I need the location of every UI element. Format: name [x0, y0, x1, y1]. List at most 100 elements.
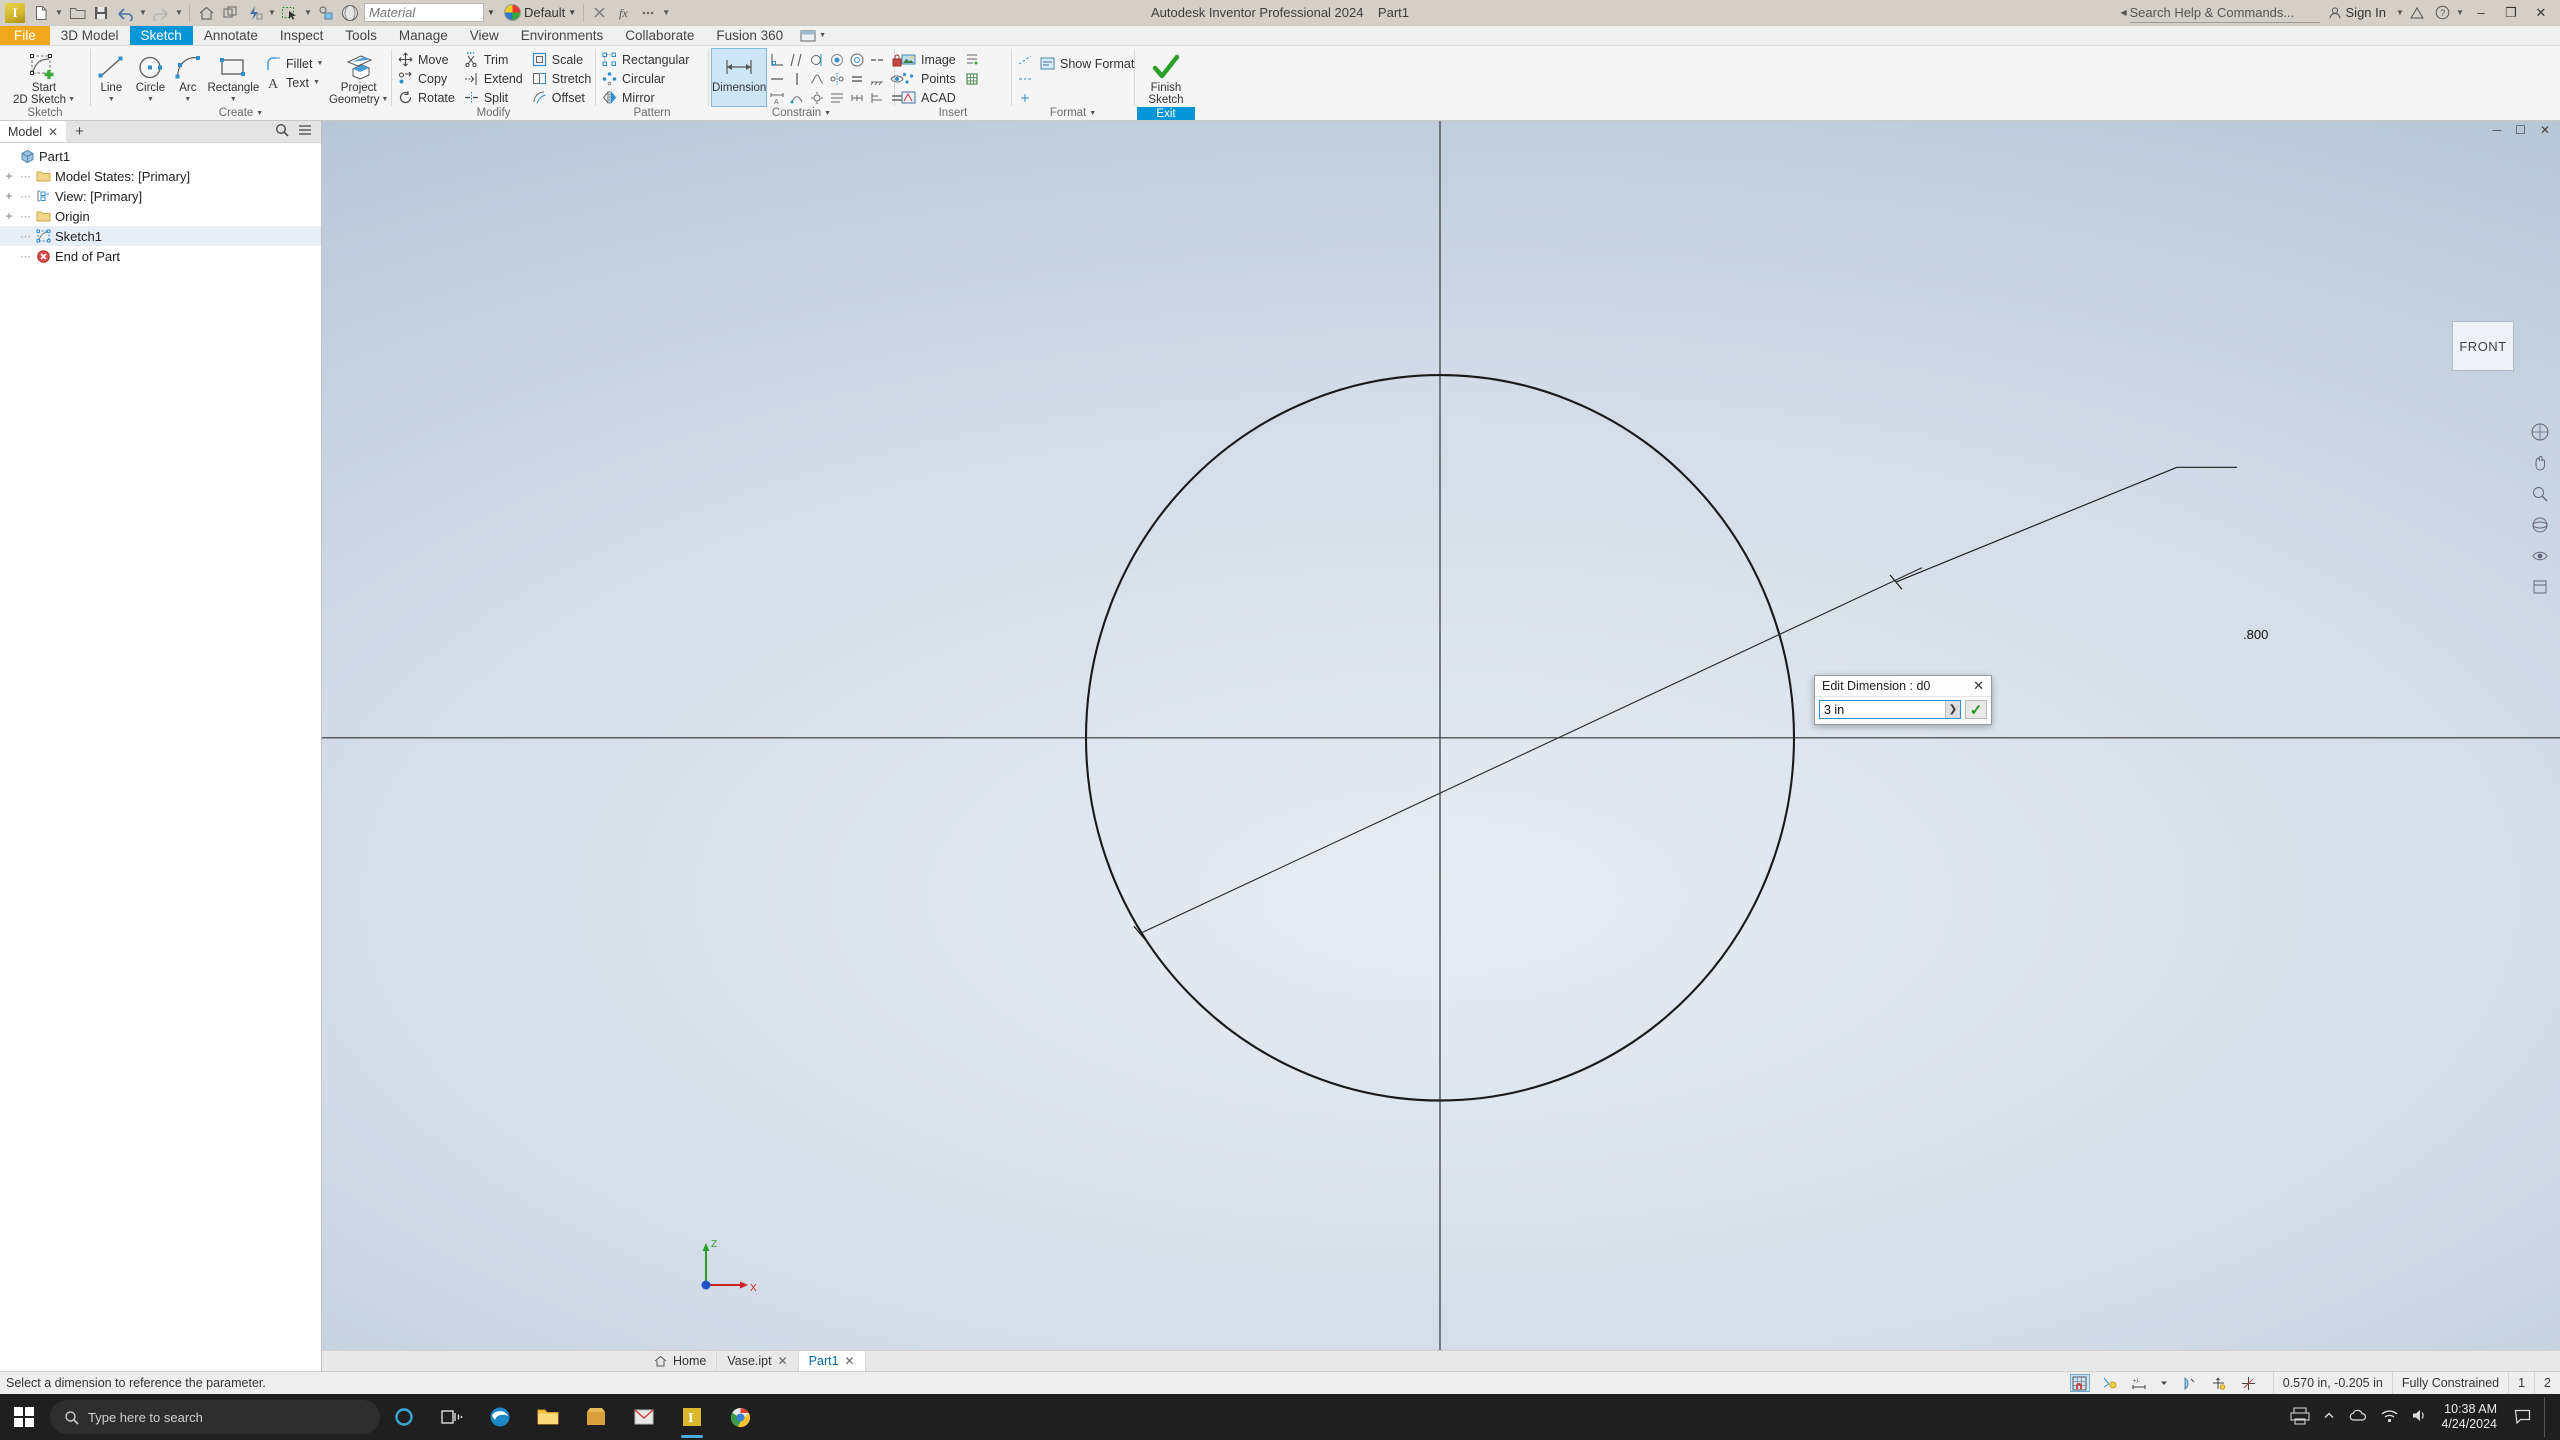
constrain-panel-caret-icon[interactable]: ▼ — [824, 107, 831, 120]
graphics-window[interactable]: ─ ☐ ✕ .800 FRONT Z X Edit Dimension: d0… — [322, 121, 2560, 1371]
browser-add-tab-button[interactable]: + — [66, 121, 93, 142]
notification-center-icon[interactable] — [2514, 1408, 2531, 1427]
tab-manage[interactable]: Manage — [388, 26, 459, 45]
project-geometry-button[interactable]: Project Geometry ▼ — [328, 48, 389, 107]
split-button[interactable]: Split — [460, 88, 528, 107]
tab-fusion-360[interactable]: Fusion 360 — [705, 26, 794, 45]
close-button[interactable]: ✕ — [2526, 1, 2556, 25]
canvas-restore-icon[interactable]: ☐ — [2515, 123, 2526, 137]
analyze-icon[interactable] — [2239, 1374, 2259, 1392]
taskbar-cortana-icon[interactable] — [380, 1394, 428, 1440]
copy-button[interactable]: Copy — [394, 69, 460, 88]
canvas-minimize-icon[interactable]: ─ — [2493, 123, 2502, 137]
baseline-dim-icon[interactable] — [867, 88, 887, 107]
canvas-close-icon[interactable]: ✕ — [2540, 123, 2550, 137]
document-tab-part1-close-icon[interactable]: ✕ — [845, 1354, 855, 1368]
constraint-visibility-icon[interactable] — [2100, 1374, 2120, 1392]
document-tab-part1[interactable]: Part1 ✕ — [798, 1351, 866, 1371]
search-icon[interactable] — [275, 123, 289, 140]
orbit-icon[interactable] — [2529, 514, 2551, 536]
edit-dimension-dialog[interactable]: Edit Dimension : d0 ✕ 3 in ❯ ✓ — [1814, 675, 1992, 725]
edit-dimension-close-icon[interactable]: ✕ — [1970, 678, 1987, 694]
rectangle-caret-icon[interactable]: ▼ — [230, 94, 237, 106]
redo-caret-icon[interactable]: ▼ — [173, 2, 185, 24]
grid-snap-icon[interactable] — [2069, 1374, 2090, 1392]
browser-tab-model[interactable]: Model ✕ — [0, 121, 67, 142]
new-file-icon[interactable] — [29, 2, 53, 24]
construction-line-icon[interactable] — [1014, 50, 1036, 69]
symmetric-constraint-icon[interactable] — [827, 69, 847, 88]
dimension-button[interactable]: Dimension — [711, 48, 768, 107]
store-icon[interactable] — [572, 1394, 620, 1440]
collinear-constraint-icon[interactable] — [867, 50, 887, 69]
coincident-constraint-icon[interactable] — [827, 50, 847, 69]
pan-icon[interactable] — [2529, 452, 2551, 474]
start-2d-sketch-button[interactable]: Start 2D Sketch ▼ — [2, 48, 86, 107]
parallel-constraint-icon[interactable] — [787, 50, 807, 69]
offset-button[interactable]: Offset — [528, 88, 597, 107]
arc-caret-icon[interactable]: ▼ — [184, 94, 191, 106]
tree-expander-icon[interactable]: + — [2, 169, 16, 183]
centerline-icon[interactable] — [1014, 69, 1036, 88]
more-commands-icon[interactable] — [636, 2, 660, 24]
format-panel-caret-icon[interactable]: ▼ — [1089, 107, 1096, 120]
return-icon[interactable] — [218, 2, 242, 24]
material-selector[interactable]: Material — [364, 3, 484, 22]
open-file-icon[interactable] — [65, 2, 89, 24]
clear-appearance-icon[interactable] — [588, 2, 612, 24]
minimize-button[interactable]: – — [2466, 1, 2496, 25]
perpendicular-constraint-icon[interactable] — [767, 50, 787, 69]
taskbar-search-input[interactable]: Type here to search — [50, 1400, 380, 1434]
look-at-icon[interactable] — [2529, 545, 2551, 567]
mirror-button[interactable]: Mirror — [598, 88, 694, 107]
appearance-selector[interactable]: Default — [524, 5, 565, 20]
sign-in-button[interactable]: Sign In — [2320, 5, 2394, 20]
tab-collaborate[interactable]: Collaborate — [614, 26, 705, 45]
undo-caret-icon[interactable]: ▼ — [137, 2, 149, 24]
image-button[interactable]: Image — [897, 50, 961, 69]
center-point-icon[interactable] — [1014, 88, 1036, 107]
tab-3d-model[interactable]: 3D Model — [50, 26, 130, 45]
stretch-button[interactable]: Stretch — [528, 69, 597, 88]
tree-expander-icon[interactable]: + — [2, 209, 16, 223]
text-button[interactable]: A Text ▼ — [262, 73, 328, 92]
show-desktop-button[interactable] — [2544, 1397, 2550, 1437]
import-points-icon[interactable] — [961, 50, 983, 69]
tab-environments[interactable]: Environments — [510, 26, 615, 45]
tree-expander-icon[interactable]: + — [2, 189, 16, 203]
smooth-constraint-icon[interactable] — [807, 69, 827, 88]
appearance-caret-icon[interactable]: ▼ — [565, 3, 579, 22]
slice-graphics-icon[interactable] — [2179, 1374, 2199, 1392]
ribbon-display-options[interactable]: ▼ — [794, 26, 832, 45]
maximize-button[interactable]: ❐ — [2496, 1, 2526, 25]
appearance-swatch-icon[interactable] — [504, 4, 521, 21]
circle-caret-icon[interactable]: ▼ — [147, 94, 154, 106]
view-face-icon[interactable] — [2529, 576, 2551, 598]
help-icon[interactable]: ? — [2430, 2, 2454, 24]
line-button[interactable]: Line ▼ — [93, 48, 130, 107]
update-icon[interactable] — [242, 2, 266, 24]
appearance-sphere-icon[interactable] — [338, 2, 362, 24]
text-caret-icon[interactable]: ▼ — [313, 79, 320, 86]
redo-icon[interactable] — [149, 2, 173, 24]
document-tab-vase[interactable]: Vase.ipt ✕ — [717, 1351, 799, 1371]
fillet-button[interactable]: Fillet ▼ — [262, 54, 328, 73]
chrome-icon[interactable] — [716, 1394, 764, 1440]
tree-item-model-states[interactable]: + ⋯ Model States: [Primary] — [0, 166, 321, 186]
material-caret-icon[interactable]: ▼ — [484, 3, 498, 22]
constraint-settings-icon[interactable] — [807, 88, 827, 107]
concentric-constraint-icon[interactable] — [847, 50, 867, 69]
circle-button[interactable]: Circle ▼ — [130, 48, 171, 107]
trim-button[interactable]: Trim — [460, 50, 528, 69]
parameters-icon[interactable]: fx — [612, 2, 636, 24]
auto-dimension-icon[interactable]: A — [767, 88, 787, 107]
file-explorer-icon[interactable] — [524, 1394, 572, 1440]
taskbar-clock[interactable]: 10:38 AM 4/24/2024 — [2441, 1402, 2501, 1432]
extend-button[interactable]: Extend — [460, 69, 528, 88]
tray-network-icon[interactable] — [2381, 1409, 2398, 1426]
fix-constraint-icon[interactable] — [867, 69, 887, 88]
circular-pattern-button[interactable]: Circular — [598, 69, 694, 88]
horizontal-constraint-icon[interactable] — [767, 69, 787, 88]
new-file-caret-icon[interactable]: ▼ — [53, 2, 65, 24]
dimension-caret-icon[interactable] — [2160, 1374, 2169, 1392]
